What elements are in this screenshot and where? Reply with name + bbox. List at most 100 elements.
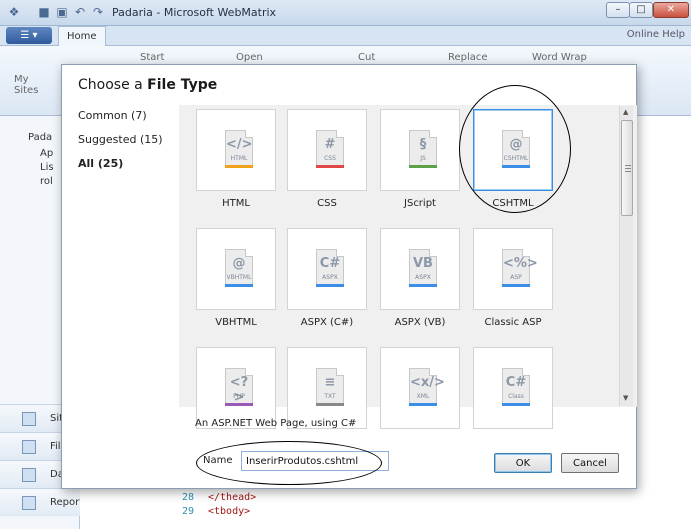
- file-type-ext: CSS: [324, 155, 336, 162]
- file-type-tile-cshtml[interactable]: @ CSHTML: [473, 109, 553, 191]
- ribbon-tab-bar: ☰ ▾ Home Online Help: [0, 26, 691, 46]
- dialog-title-prefix: Choose a: [78, 77, 143, 93]
- dialog-title-strong: File Type: [147, 77, 218, 93]
- online-help-link[interactable]: Online Help: [627, 29, 685, 40]
- save-all-icon[interactable]: ▣: [54, 4, 70, 20]
- file-type-icon: </> HTML: [225, 130, 253, 168]
- minimize-button[interactable]: –: [606, 2, 630, 18]
- close-button[interactable]: ✕: [653, 2, 689, 18]
- category-pointer: [170, 153, 179, 171]
- file-type-icon: ≡ TXT: [316, 368, 344, 406]
- file-type-glyph: @: [232, 256, 246, 271]
- file-type-icon: @ VBHTML: [225, 249, 253, 287]
- file-type-label: CSHTML: [492, 198, 534, 209]
- file-type-label: VBHTML: [215, 317, 257, 328]
- file-type-icon: <?> PHP: [225, 368, 253, 406]
- reports-icon: [22, 496, 36, 510]
- file-type-tile-js[interactable]: § JS: [380, 109, 460, 191]
- file-type-ext: PHP: [233, 393, 245, 400]
- file-type-ext: TXT: [324, 393, 336, 400]
- file-type-icon: C# ASPX: [316, 249, 344, 287]
- tree-item[interactable]: Lis: [40, 162, 54, 173]
- dialog-title: Choose a File Type: [78, 77, 217, 93]
- ok-button[interactable]: OK: [494, 453, 552, 473]
- file-type-tile-vbhtml[interactable]: @ VBHTML: [196, 228, 276, 310]
- files-icon: [22, 440, 36, 454]
- file-type-ext: XML: [416, 393, 430, 400]
- file-type-tile-xml[interactable]: <x/> XML: [380, 347, 460, 429]
- category-common[interactable]: Common (7): [78, 109, 147, 122]
- scrollbar-thumb[interactable]: [621, 120, 633, 216]
- category-suggested[interactable]: Suggested (15): [78, 133, 163, 146]
- undo-icon[interactable]: ↶: [72, 4, 88, 20]
- file-type-label: ASPX (C#): [300, 317, 354, 328]
- code-line: </thead>: [208, 492, 257, 503]
- file-type-ext: VBHTML: [226, 274, 252, 281]
- redo-icon[interactable]: ↷: [90, 4, 106, 20]
- file-type-glyph: C#: [505, 375, 527, 390]
- window-title: Padaria - Microsoft WebMatrix: [112, 6, 277, 19]
- file-type-label: JScript: [404, 198, 436, 209]
- file-type-ext: JS: [420, 155, 426, 162]
- file-type-icon: C# Class: [502, 368, 530, 406]
- choose-file-type-dialog: Choose a File Type Common (7) Suggested …: [61, 64, 637, 489]
- file-type-description: An ASP.NET Web Page, using C#: [195, 418, 357, 429]
- file-type-icon: # CSS: [316, 130, 344, 168]
- tree-item[interactable]: Ap: [40, 148, 53, 159]
- file-type-glyph: §: [419, 137, 427, 152]
- file-type-icon: <x/> XML: [409, 368, 445, 406]
- file-type-ext: ASP: [510, 274, 522, 281]
- file-type-glyph: <?>: [229, 375, 249, 405]
- maximize-button[interactable]: □: [629, 2, 653, 18]
- nav-label: Fil: [50, 441, 61, 452]
- file-type-label: Classic ASP: [484, 317, 542, 328]
- save-icon[interactable]: ■: [36, 4, 52, 20]
- nav-item-reports[interactable]: Reports: [0, 488, 88, 516]
- file-type-ext: CSHTML: [503, 155, 529, 162]
- file-type-tile-css[interactable]: # CSS: [287, 109, 367, 191]
- replace-button[interactable]: Replace: [448, 52, 488, 63]
- file-type-glyph: #: [324, 137, 336, 152]
- code-line: <tbody>: [208, 506, 251, 517]
- file-type-glyph: <%>: [503, 256, 538, 271]
- tree-item[interactable]: Pada: [28, 132, 52, 143]
- line-number: 29: [181, 506, 194, 517]
- file-type-ext: ASPX: [415, 274, 431, 281]
- word-wrap-button[interactable]: Word Wrap: [532, 52, 587, 63]
- file-type-tile-asp[interactable]: <%> ASP: [473, 228, 553, 310]
- category-all[interactable]: All (25): [78, 157, 123, 170]
- vertical-scrollbar[interactable]: ▲ ▼: [619, 106, 633, 406]
- file-type-glyph: C#: [319, 256, 341, 271]
- file-type-tile-aspx[interactable]: C# ASPX: [287, 228, 367, 310]
- file-type-tile-class[interactable]: C# Class: [473, 347, 553, 429]
- file-type-glyph: </>: [226, 137, 253, 152]
- file-type-tile-aspx[interactable]: VB ASPX: [380, 228, 460, 310]
- app-icon: ❖: [8, 5, 20, 19]
- file-type-tile-txt[interactable]: ≡ TXT: [287, 347, 367, 429]
- scroll-down-arrow-icon[interactable]: ▼: [623, 394, 628, 402]
- app-menu-button[interactable]: ☰ ▾: [6, 27, 52, 44]
- tree-item[interactable]: rol: [40, 176, 53, 187]
- my-sites-button[interactable]: My Sites: [14, 74, 44, 96]
- file-type-glyph: VB: [413, 256, 433, 271]
- site-icon: [22, 412, 36, 426]
- file-type-tile-html[interactable]: </> HTML: [196, 109, 276, 191]
- tab-home[interactable]: Home: [58, 26, 106, 46]
- file-type-label: CSS: [317, 198, 337, 209]
- cancel-button[interactable]: Cancel: [561, 453, 619, 473]
- file-type-icon: § JS: [409, 130, 437, 168]
- file-type-ext: HTML: [230, 155, 248, 162]
- database-icon: [22, 468, 36, 482]
- file-type-glyph: <x/>: [410, 375, 445, 390]
- file-type-glyph: ≡: [324, 375, 336, 390]
- file-type-icon: VB ASPX: [409, 249, 437, 287]
- file-type-ext: Class: [508, 393, 524, 400]
- open-button[interactable]: Open: [236, 52, 263, 63]
- file-name-input[interactable]: [241, 451, 389, 471]
- start-button[interactable]: Start: [140, 52, 164, 63]
- line-number: 28: [181, 492, 194, 503]
- cut-button[interactable]: Cut: [358, 52, 375, 63]
- scroll-up-arrow-icon[interactable]: ▲: [623, 108, 628, 116]
- name-label: Name: [203, 455, 233, 466]
- file-type-tile-php[interactable]: <?> PHP: [196, 347, 276, 429]
